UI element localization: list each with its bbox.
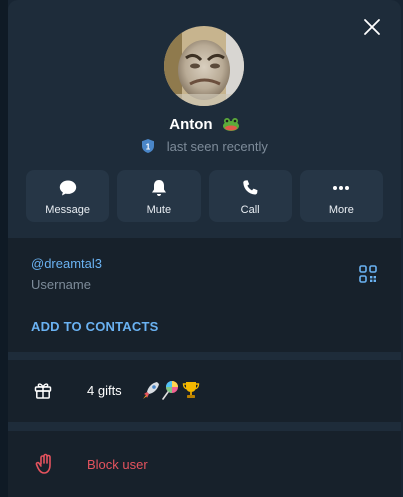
last-seen-status: last seen recently bbox=[166, 139, 268, 154]
bell-icon bbox=[151, 180, 166, 196]
more-button[interactable]: More bbox=[299, 170, 383, 222]
more-label: More bbox=[328, 204, 354, 216]
profile-name-row: Anton bbox=[8, 116, 401, 134]
gift-previews bbox=[142, 380, 200, 400]
block-user-label: Block user bbox=[87, 457, 148, 472]
call-label: Call bbox=[240, 204, 260, 216]
message-button[interactable]: Message bbox=[26, 170, 110, 222]
gifts-count: 4 gifts bbox=[87, 383, 122, 398]
phone-icon bbox=[243, 180, 258, 195]
username-caption: Username bbox=[31, 277, 91, 292]
trophy-icon bbox=[182, 382, 200, 398]
gift-icon bbox=[34, 383, 52, 399]
block-user-row[interactable]: Block user bbox=[8, 431, 401, 497]
message-icon bbox=[59, 180, 76, 196]
username-link[interactable]: @dreamtal3 bbox=[31, 256, 102, 272]
message-label: Message bbox=[45, 204, 90, 216]
user-info-panel: Anton 1 last seen recently Message Mute … bbox=[8, 0, 401, 497]
shield-badge-icon: 1 bbox=[142, 139, 155, 153]
gifts-row[interactable]: 4 gifts bbox=[8, 360, 401, 422]
mute-button[interactable]: Mute bbox=[117, 170, 201, 222]
svg-text:1: 1 bbox=[146, 143, 151, 152]
call-button[interactable]: Call bbox=[208, 170, 292, 222]
rocket-icon bbox=[143, 382, 159, 399]
hand-stop-icon bbox=[35, 453, 51, 474]
frog-emoji-icon bbox=[222, 118, 239, 131]
qr-code-icon[interactable] bbox=[359, 265, 377, 283]
lollipop-icon bbox=[162, 381, 178, 400]
avatar[interactable] bbox=[164, 26, 244, 106]
backdrop bbox=[0, 0, 8, 497]
status-row: 1 last seen recently bbox=[8, 138, 401, 155]
close-icon[interactable] bbox=[361, 16, 383, 38]
add-to-contacts-button[interactable]: ADD TO CONTACTS bbox=[31, 319, 158, 335]
info-section: @dreamtal3 Username ADD TO CONTACTS bbox=[8, 238, 401, 352]
profile-name: Anton bbox=[169, 116, 213, 133]
more-icon bbox=[333, 186, 350, 190]
action-buttons: Message Mute Call More bbox=[26, 170, 383, 222]
mute-label: Mute bbox=[146, 204, 172, 216]
